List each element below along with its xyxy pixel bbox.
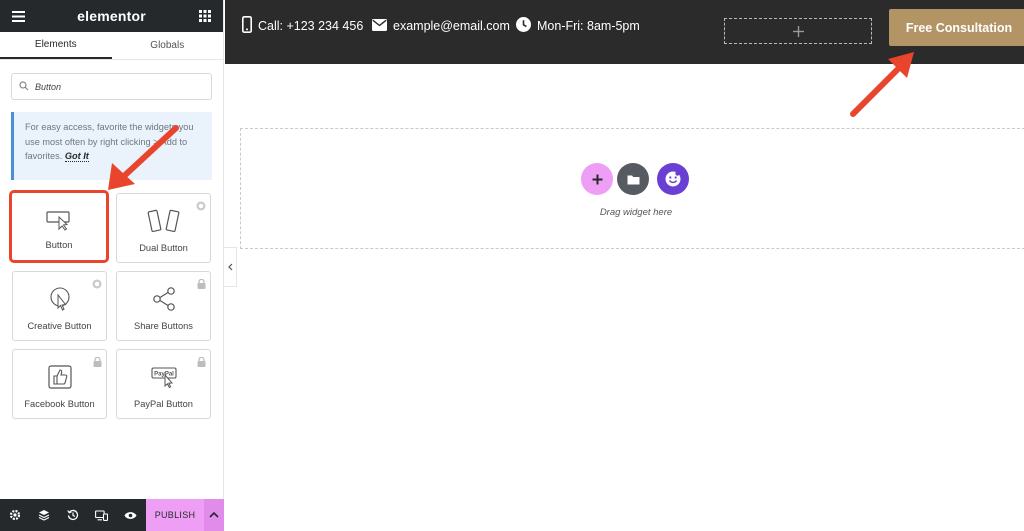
thumbs-up-icon bbox=[47, 364, 72, 390]
responsive-mode-icon[interactable] bbox=[87, 499, 116, 531]
widgets-grid-icon[interactable] bbox=[197, 8, 213, 24]
widget-facebook-button[interactable]: Facebook Button bbox=[12, 349, 107, 419]
plus-icon bbox=[592, 174, 602, 184]
paypal-icon: PayPal bbox=[150, 364, 177, 390]
pro-badge-icon bbox=[92, 276, 102, 294]
widget-search-box bbox=[11, 73, 212, 100]
phone-icon bbox=[242, 16, 252, 36]
plus-icon bbox=[792, 25, 804, 37]
phone-text: Call: +123 234 456 bbox=[258, 19, 364, 33]
widget-label: Share Buttons bbox=[134, 321, 193, 331]
publish-button[interactable]: PUBLISH bbox=[146, 499, 204, 531]
panel-header: elementor bbox=[0, 0, 223, 32]
lock-icon bbox=[197, 354, 206, 372]
email-contact: example@email.com bbox=[372, 0, 510, 52]
app-root: elementor Elements Globals For easy acce… bbox=[0, 0, 1024, 531]
panel-footer: PUBLISH bbox=[0, 499, 224, 531]
addon-library-button[interactable] bbox=[657, 163, 689, 195]
notice-text: For easy access, favorite the widgets yo… bbox=[25, 122, 194, 161]
widget-label: PayPal Button bbox=[134, 399, 193, 409]
elementor-panel: elementor Elements Globals For easy acce… bbox=[0, 0, 224, 531]
add-new-section-button[interactable] bbox=[581, 163, 613, 195]
chevron-left-icon bbox=[227, 263, 232, 271]
add-widget-placeholder[interactable] bbox=[724, 18, 872, 44]
lock-icon bbox=[93, 354, 102, 372]
widget-label: Facebook Button bbox=[24, 399, 95, 409]
collapse-panel-toggle[interactable] bbox=[224, 247, 237, 287]
lock-icon bbox=[197, 276, 206, 294]
navigator-layers-icon[interactable] bbox=[29, 499, 58, 531]
site-header: Call: +123 234 456 example@email.com Mon… bbox=[225, 0, 1024, 64]
widget-paypal-button[interactable]: PayPal PayPal Button bbox=[116, 349, 211, 419]
dual-button-icon bbox=[147, 208, 181, 234]
history-icon[interactable] bbox=[58, 499, 87, 531]
preview-eye-icon[interactable] bbox=[116, 499, 145, 531]
share-icon bbox=[151, 286, 177, 312]
hours-contact: Mon-Fri: 8am-5pm bbox=[516, 0, 640, 52]
clock-icon bbox=[516, 17, 531, 35]
creative-button-icon bbox=[47, 286, 73, 312]
widget-label: Button bbox=[45, 240, 73, 250]
add-template-button[interactable] bbox=[617, 163, 649, 195]
panel-tabs: Elements Globals bbox=[0, 32, 223, 60]
widget-label: Dual Button bbox=[139, 243, 188, 253]
got-it-link[interactable]: Got It bbox=[64, 151, 89, 162]
widget-dual-button[interactable]: Dual Button bbox=[116, 193, 211, 263]
favorites-notice: For easy access, favorite the widgets yo… bbox=[11, 112, 212, 180]
widget-creative-button[interactable]: Creative Button bbox=[12, 271, 107, 341]
elementor-logo: elementor bbox=[77, 8, 146, 24]
hamburger-menu-icon[interactable] bbox=[10, 8, 26, 24]
widget-share-buttons[interactable]: Share Buttons bbox=[116, 271, 211, 341]
search-input[interactable] bbox=[35, 81, 204, 92]
folder-icon bbox=[627, 175, 639, 184]
search-icon bbox=[19, 78, 29, 96]
envelope-icon bbox=[372, 18, 387, 34]
hours-text: Mon-Fri: 8am-5pm bbox=[537, 19, 640, 33]
publish-options-chevron-up-icon[interactable] bbox=[204, 499, 224, 531]
free-consultation-button[interactable]: Free Consultation bbox=[889, 9, 1024, 46]
empty-section-dropzone[interactable]: Drag widget here bbox=[240, 128, 1024, 249]
tab-globals[interactable]: Globals bbox=[112, 32, 224, 59]
tab-elements[interactable]: Elements bbox=[0, 32, 112, 59]
addon-smiley-icon bbox=[665, 171, 681, 187]
phone-contact: Call: +123 234 456 bbox=[242, 0, 363, 52]
drag-widget-hint: Drag widget here bbox=[599, 207, 673, 218]
button-cursor-icon bbox=[46, 207, 72, 233]
svg-text:PayPal: PayPal bbox=[154, 372, 174, 378]
pro-badge-icon bbox=[196, 198, 206, 216]
email-text: example@email.com bbox=[393, 19, 510, 33]
widget-label: Creative Button bbox=[27, 321, 92, 331]
widget-button[interactable]: Button bbox=[9, 190, 109, 263]
settings-gear-icon[interactable] bbox=[0, 499, 29, 531]
